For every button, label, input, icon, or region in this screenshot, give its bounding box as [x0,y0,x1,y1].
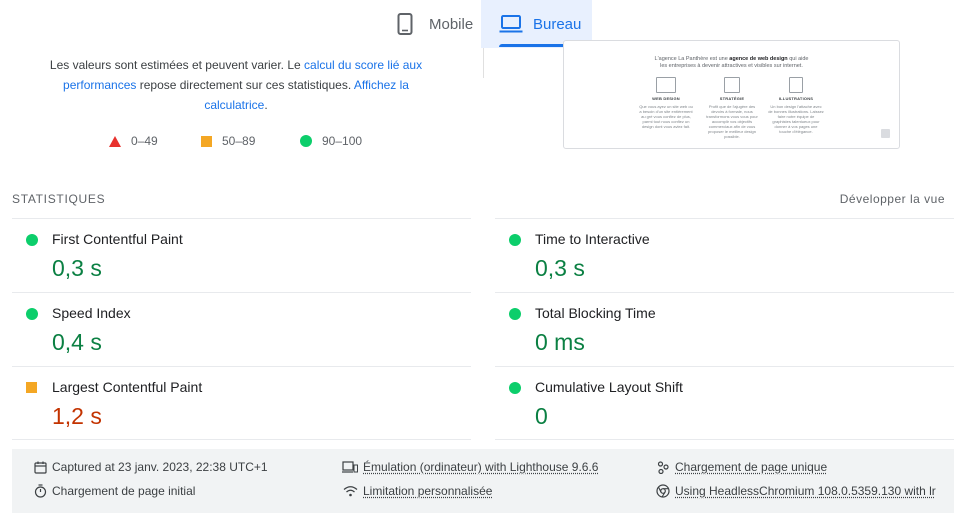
thumbnail-column: WEB DESIGN Que vous ayez un site web ou … [638,77,694,129]
single-page-load-info[interactable]: Chargement de page unique [656,460,827,474]
thumbnail-column-title: WEB DESIGN [652,96,680,101]
metric-total-blocking-time: Total Blocking Time 0 ms [495,293,954,367]
triangle-icon [109,135,121,147]
throttling-info[interactable]: Limitation personnalisée [342,484,492,498]
metric-value: 0,3 s [535,255,585,281]
browser-info[interactable]: Using HeadlessChromium 108.0.5359.130 wi… [656,484,936,498]
expand-view-toggle[interactable]: Développer la vue [840,192,945,206]
thumbnail-column-title: STRATÉGIE [719,96,745,101]
pencil-icon [789,77,803,93]
laptop-icon [497,10,525,38]
score-text-1: Les valeurs sont estimées et peuvent var… [49,58,305,72]
final-screenshot-thumbnail[interactable]: L'agence La Panthère est une agence de w… [563,40,900,149]
runtime-settings-footer: Captured at 23 janv. 2023, 22:38 UTC+1 É… [12,449,954,513]
thumbnail-headline: L'agence La Panthère est une agence de w… [564,56,899,70]
good-indicator-icon [26,308,38,320]
tab-mobile-label: Mobile [429,15,474,33]
initial-page-load-text: Chargement de page initial [52,484,196,498]
captured-at-text: Captured at 23 janv. 2023, 22:38 UTC+1 [52,460,268,474]
metric-first-contentful-paint: First Contentful Paint 0,3 s [12,219,471,293]
thumbnail-headline-text: L'agence La Panthère est une [654,56,730,62]
nodes-icon [656,460,670,474]
metric-name: Cumulative Layout Shift [535,379,683,395]
legend-item-poor: 0–49 [109,134,158,148]
square-icon [201,135,212,147]
legend-item-good: 90–100 [300,134,362,148]
metric-name: Speed Index [52,305,131,321]
metric-value: 0 ms [535,329,585,355]
timer-icon [33,484,47,498]
score-description: Les valeurs sont estimées et peuvent var… [40,55,432,115]
tab-mobile[interactable]: Mobile [383,0,481,48]
metric-value: 0,4 s [52,329,102,355]
throttling-text: Limitation personnalisée [363,484,493,498]
circle-icon [300,135,312,147]
metric-speed-index: Speed Index 0,4 s [12,293,471,367]
emulation-info[interactable]: Émulation (ordinateur) with Lighthouse 9… [342,460,598,474]
divider [483,48,484,78]
thumbnail-column-text: Profit que de l'ajugère des devoirs à fo… [706,104,758,139]
good-indicator-icon [509,382,521,394]
devices-icon [342,460,358,474]
web-design-icon [656,77,676,93]
chrome-icon [656,484,670,498]
legend-range: 50–89 [222,134,256,148]
score-text-2: repose directement sur ces statistiques. [136,78,354,92]
metric-time-to-interactive: Time to Interactive 0,3 s [495,219,954,293]
thumbnail-column-text: Un bon design l'attache avec de bonnes i… [768,104,824,134]
wifi-icon [342,484,358,498]
thumbnail-column: STRATÉGIE Profit que de l'ajugère des de… [704,77,760,139]
thumbnail-column: ILLUSTRATIONS Un bon design l'attache av… [768,77,824,134]
thumbnail-column-text: Que vous ayez un site web ou a besoin d'… [639,104,693,129]
captured-at: Captured at 23 janv. 2023, 22:38 UTC+1 [33,460,268,474]
initial-page-load: Chargement de page initial [33,484,195,498]
thumbnail-column-title: ILLUSTRATIONS [778,96,814,101]
thumbnail-headline-line2: les entreprises à devenir attractives et… [660,63,803,69]
tab-desktop-label: Bureau [533,15,582,33]
metric-value: 1,2 s [52,403,102,429]
legend-item-average: 50–89 [201,134,255,148]
legend-range: 90–100 [322,134,363,148]
strategy-icon [724,77,740,93]
score-text-3: . [264,98,268,112]
metric-name: Largest Contentful Paint [52,379,203,395]
statistics-title: STATISTIQUES [12,192,106,206]
phone-icon [391,10,419,38]
metric-name: Time to Interactive [535,231,650,247]
metric-cumulative-layout-shift: Cumulative Layout Shift 0 [495,367,954,441]
thumbnail-corner-icon [881,129,890,138]
average-indicator-icon [26,382,37,393]
metric-largest-contentful-paint: Largest Contentful Paint 1,2 s [12,367,471,441]
metric-name: First Contentful Paint [52,231,183,247]
good-indicator-icon [509,308,521,320]
good-indicator-icon [26,234,38,246]
metric-name: Total Blocking Time [535,305,656,321]
thumbnail-headline-text: qui aide [787,56,809,62]
metric-value: 0,3 s [52,255,102,281]
score-legend: 0–49 50–89 90–100 [0,134,480,152]
thumbnail-headline-bold: agence de web design [729,56,788,62]
emulation-text: Émulation (ordinateur) with Lighthouse 9… [363,460,599,474]
metric-value: 0 [535,403,548,429]
calendar-icon [33,460,47,474]
single-page-load-text: Chargement de page unique [675,460,828,474]
good-indicator-icon [509,234,521,246]
browser-text: Using HeadlessChromium 108.0.5359.130 wi… [675,484,936,498]
legend-range: 0–49 [131,134,158,148]
